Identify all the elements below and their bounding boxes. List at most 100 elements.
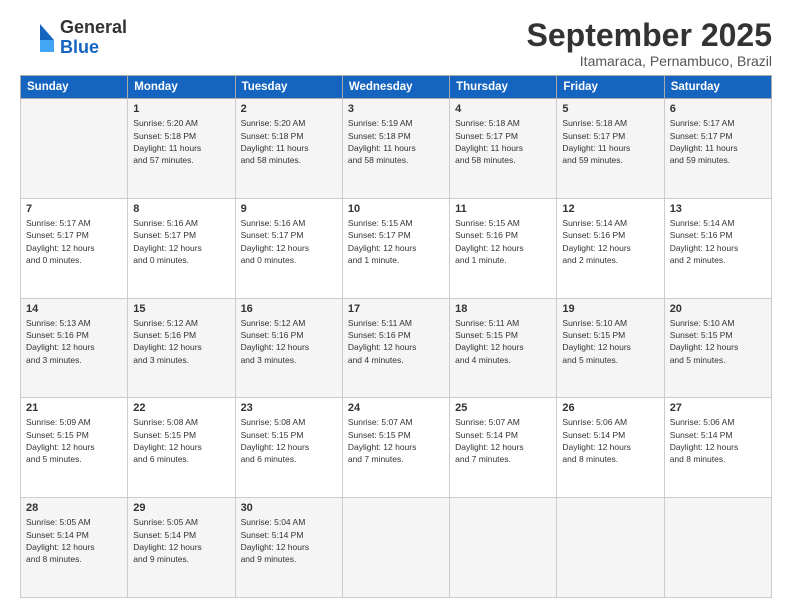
day-number: 19 <box>562 303 658 315</box>
day-number: 8 <box>133 203 229 215</box>
day-info: Sunrise: 5:06 AM Sunset: 5:14 PM Dayligh… <box>670 416 766 465</box>
month-title: September 2025 <box>527 18 772 53</box>
day-cell <box>664 498 771 598</box>
day-cell: 18 Sunrise: 5:11 AM Sunset: 5:15 PM Dayli… <box>450 298 557 398</box>
header-cell-friday: Friday <box>557 76 664 99</box>
day-cell: 17Sunrise: 5:11 AM Sunset: 5:16 PM Dayli… <box>342 298 449 398</box>
day-cell: 24 Sunrise: 5:07 AM Sunset: 5:15 PM Dayli… <box>342 398 449 498</box>
day-info: Sunrise: 5:11 AM Sunset: 5:15 PM Dayligh… <box>455 317 551 366</box>
header-cell-thursday: Thursday <box>450 76 557 99</box>
logo-blue: Blue <box>60 38 127 58</box>
day-cell <box>450 498 557 598</box>
day-cell: 2 Sunrise: 5:20 AM Sunset: 5:18 PM Daylig… <box>235 99 342 199</box>
day-cell <box>21 99 128 199</box>
day-number: 26 <box>562 402 658 414</box>
day-number: 17 <box>348 303 444 315</box>
header-cell-saturday: Saturday <box>664 76 771 99</box>
day-number: 20 <box>670 303 766 315</box>
day-cell: 29 Sunrise: 5:05 AM Sunset: 5:14 PM Dayli… <box>128 498 235 598</box>
day-cell: 8 Sunrise: 5:16 AM Sunset: 5:17 PM Daylig… <box>128 198 235 298</box>
day-number: 3 <box>348 103 444 115</box>
day-info: Sunrise: 5:08 AM Sunset: 5:15 PM Dayligh… <box>133 416 229 465</box>
day-number: 6 <box>670 103 766 115</box>
day-cell: 16 Sunrise: 5:12 AM Sunset: 5:16 PM Dayli… <box>235 298 342 398</box>
day-cell: 19 Sunrise: 5:10 AM Sunset: 5:15 PM Dayli… <box>557 298 664 398</box>
day-info: Sunrise: 5:06 AM Sunset: 5:14 PM Dayligh… <box>562 416 658 465</box>
week-row-1: 1 Sunrise: 5:20 AM Sunset: 5:18 PM Daylig… <box>21 99 772 199</box>
logo-general: General <box>60 18 127 38</box>
day-number: 23 <box>241 402 337 414</box>
day-number: 27 <box>670 402 766 414</box>
day-info: Sunrise: 5:18 AM Sunset: 5:17 PM Dayligh… <box>562 117 658 166</box>
day-info: Sunrise: 5:08 AM Sunset: 5:15 PM Dayligh… <box>241 416 337 465</box>
day-cell: 6 Sunrise: 5:17 AM Sunset: 5:17 PM Daylig… <box>664 99 771 199</box>
day-number: 24 <box>348 402 444 414</box>
day-cell: 12 Sunrise: 5:14 AM Sunset: 5:16 PM Dayli… <box>557 198 664 298</box>
day-number: 1 <box>133 103 229 115</box>
day-info: Sunrise: 5:20 AM Sunset: 5:18 PM Dayligh… <box>241 117 337 166</box>
day-number: 9 <box>241 203 337 215</box>
day-info: Sunrise: 5:20 AM Sunset: 5:18 PM Dayligh… <box>133 117 229 166</box>
day-number: 12 <box>562 203 658 215</box>
day-info: Sunrise: 5:04 AM Sunset: 5:14 PM Dayligh… <box>241 516 337 565</box>
day-cell: 30Sunrise: 5:04 AM Sunset: 5:14 PM Dayli… <box>235 498 342 598</box>
calendar-table: SundayMondayTuesdayWednesdayThursdayFrid… <box>20 75 772 598</box>
day-info: Sunrise: 5:10 AM Sunset: 5:15 PM Dayligh… <box>562 317 658 366</box>
day-cell: 5 Sunrise: 5:18 AM Sunset: 5:17 PM Daylig… <box>557 99 664 199</box>
day-cell: 21 Sunrise: 5:09 AM Sunset: 5:15 PM Dayli… <box>21 398 128 498</box>
day-cell: 1 Sunrise: 5:20 AM Sunset: 5:18 PM Daylig… <box>128 99 235 199</box>
day-cell: 7Sunrise: 5:17 AM Sunset: 5:17 PM Daylig… <box>21 198 128 298</box>
day-number: 11 <box>455 203 551 215</box>
day-info: Sunrise: 5:13 AM Sunset: 5:16 PM Dayligh… <box>26 317 122 366</box>
day-info: Sunrise: 5:09 AM Sunset: 5:15 PM Dayligh… <box>26 416 122 465</box>
day-number: 29 <box>133 502 229 514</box>
day-info: Sunrise: 5:07 AM Sunset: 5:14 PM Dayligh… <box>455 416 551 465</box>
day-info: Sunrise: 5:18 AM Sunset: 5:17 PM Dayligh… <box>455 117 551 166</box>
day-number: 28 <box>26 502 122 514</box>
day-cell: 11 Sunrise: 5:15 AM Sunset: 5:16 PM Dayli… <box>450 198 557 298</box>
day-number: 16 <box>241 303 337 315</box>
header-cell-sunday: Sunday <box>21 76 128 99</box>
header-cell-monday: Monday <box>128 76 235 99</box>
logo-icon <box>20 20 56 56</box>
header-cell-wednesday: Wednesday <box>342 76 449 99</box>
header-row: SundayMondayTuesdayWednesdayThursdayFrid… <box>21 76 772 99</box>
day-cell: 10Sunrise: 5:15 AM Sunset: 5:17 PM Dayli… <box>342 198 449 298</box>
day-info: Sunrise: 5:07 AM Sunset: 5:15 PM Dayligh… <box>348 416 444 465</box>
day-info: Sunrise: 5:05 AM Sunset: 5:14 PM Dayligh… <box>26 516 122 565</box>
day-number: 2 <box>241 103 337 115</box>
day-info: Sunrise: 5:17 AM Sunset: 5:17 PM Dayligh… <box>26 217 122 266</box>
day-number: 18 <box>455 303 551 315</box>
day-cell <box>342 498 449 598</box>
day-cell: 28 Sunrise: 5:05 AM Sunset: 5:14 PM Dayli… <box>21 498 128 598</box>
day-info: Sunrise: 5:05 AM Sunset: 5:14 PM Dayligh… <box>133 516 229 565</box>
day-cell: 25 Sunrise: 5:07 AM Sunset: 5:14 PM Dayli… <box>450 398 557 498</box>
day-number: 5 <box>562 103 658 115</box>
week-row-2: 7Sunrise: 5:17 AM Sunset: 5:17 PM Daylig… <box>21 198 772 298</box>
day-number: 4 <box>455 103 551 115</box>
logo-text: General Blue <box>60 18 127 58</box>
week-row-4: 21 Sunrise: 5:09 AM Sunset: 5:15 PM Dayli… <box>21 398 772 498</box>
day-number: 15 <box>133 303 229 315</box>
day-number: 22 <box>133 402 229 414</box>
day-info: Sunrise: 5:16 AM Sunset: 5:17 PM Dayligh… <box>133 217 229 266</box>
day-info: Sunrise: 5:14 AM Sunset: 5:16 PM Dayligh… <box>562 217 658 266</box>
day-cell: 20 Sunrise: 5:10 AM Sunset: 5:15 PM Dayli… <box>664 298 771 398</box>
day-number: 14 <box>26 303 122 315</box>
day-info: Sunrise: 5:10 AM Sunset: 5:15 PM Dayligh… <box>670 317 766 366</box>
day-number: 13 <box>670 203 766 215</box>
day-info: Sunrise: 5:15 AM Sunset: 5:16 PM Dayligh… <box>455 217 551 266</box>
week-row-3: 14 Sunrise: 5:13 AM Sunset: 5:16 PM Dayli… <box>21 298 772 398</box>
day-cell <box>557 498 664 598</box>
day-cell: 9 Sunrise: 5:16 AM Sunset: 5:17 PM Daylig… <box>235 198 342 298</box>
day-info: Sunrise: 5:19 AM Sunset: 5:18 PM Dayligh… <box>348 117 444 166</box>
day-cell: 13Sunrise: 5:14 AM Sunset: 5:16 PM Dayli… <box>664 198 771 298</box>
day-number: 21 <box>26 402 122 414</box>
day-info: Sunrise: 5:12 AM Sunset: 5:16 PM Dayligh… <box>241 317 337 366</box>
location: Itamaraca, Pernambuco, Brazil <box>527 53 772 69</box>
logo: General Blue <box>20 18 127 58</box>
day-info: Sunrise: 5:17 AM Sunset: 5:17 PM Dayligh… <box>670 117 766 166</box>
day-info: Sunrise: 5:16 AM Sunset: 5:17 PM Dayligh… <box>241 217 337 266</box>
day-cell: 3 Sunrise: 5:19 AM Sunset: 5:18 PM Daylig… <box>342 99 449 199</box>
day-number: 25 <box>455 402 551 414</box>
